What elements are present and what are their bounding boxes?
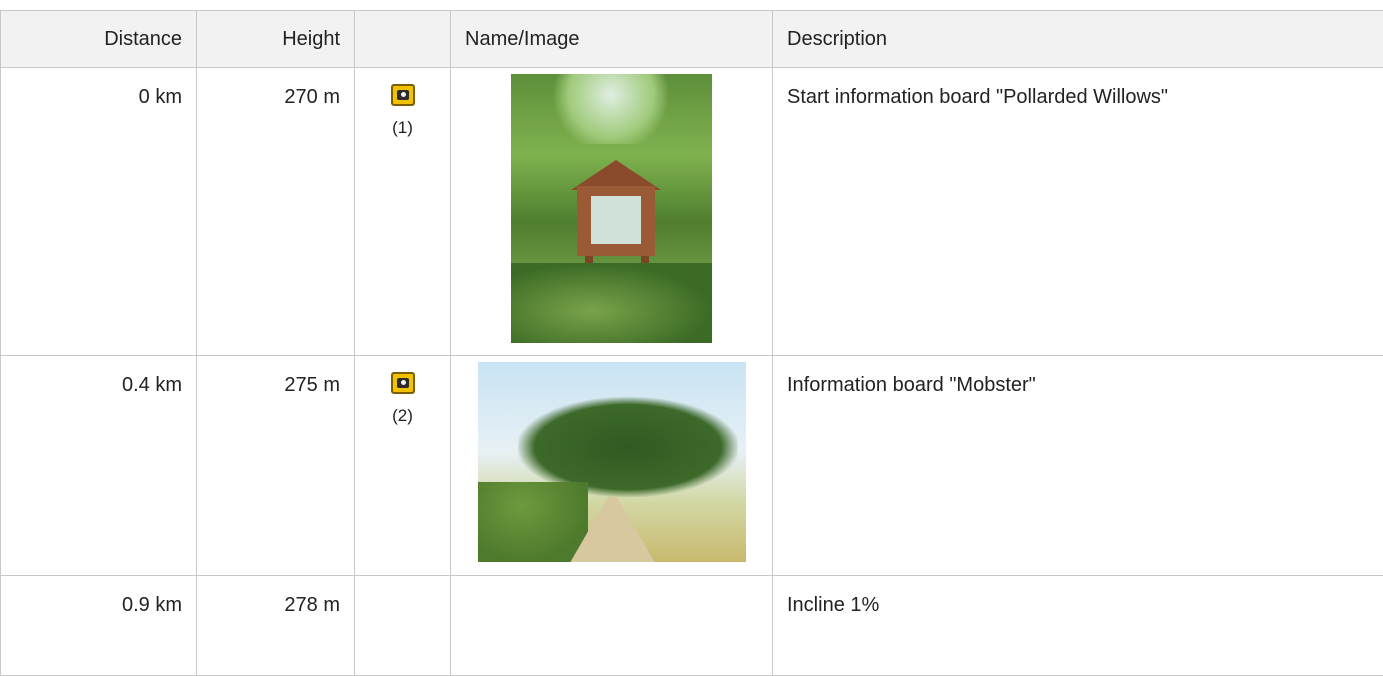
- header-icon: [355, 11, 451, 68]
- photo-icon[interactable]: [391, 372, 415, 394]
- photo-ref[interactable]: (2): [355, 406, 450, 426]
- distance-cell: 0 km: [1, 68, 197, 356]
- photo-cell: (1): [355, 68, 451, 356]
- photo-ref[interactable]: (1): [355, 118, 450, 138]
- table-header-row: Distance Height Name/Image Description: [1, 11, 1383, 68]
- description-cell: Start information board "Pollarded Willo…: [773, 68, 1383, 356]
- distance-cell: 0.4 km: [1, 356, 197, 576]
- photo-cell: [355, 576, 451, 676]
- header-name-image: Name/Image: [451, 11, 773, 68]
- image-cell: [451, 68, 773, 356]
- image-cell: [451, 576, 773, 676]
- header-description: Description: [773, 11, 1383, 68]
- table-row: 0.9 km 278 m Incline 1%: [1, 576, 1383, 676]
- table-row: 0 km 270 m (1) Start information board "…: [1, 68, 1383, 356]
- table-row: 0.4 km 275 m (2) Information board "Mobs…: [1, 356, 1383, 576]
- image-cell: [451, 356, 773, 576]
- header-height: Height: [197, 11, 355, 68]
- height-cell: 278 m: [197, 576, 355, 676]
- height-cell: 275 m: [197, 356, 355, 576]
- header-distance: Distance: [1, 11, 197, 68]
- distance-cell: 0.9 km: [1, 576, 197, 676]
- information-board-image[interactable]: [511, 74, 712, 343]
- path-landscape-image[interactable]: [478, 362, 746, 562]
- route-points-table: Distance Height Name/Image Description 0…: [0, 10, 1383, 676]
- route-table-page: Distance Height Name/Image Description 0…: [0, 0, 1383, 655]
- description-cell: Incline 1%: [773, 576, 1383, 676]
- description-cell: Information board "Mobster": [773, 356, 1383, 576]
- photo-icon[interactable]: [391, 84, 415, 106]
- photo-cell: (2): [355, 356, 451, 576]
- height-cell: 270 m: [197, 68, 355, 356]
